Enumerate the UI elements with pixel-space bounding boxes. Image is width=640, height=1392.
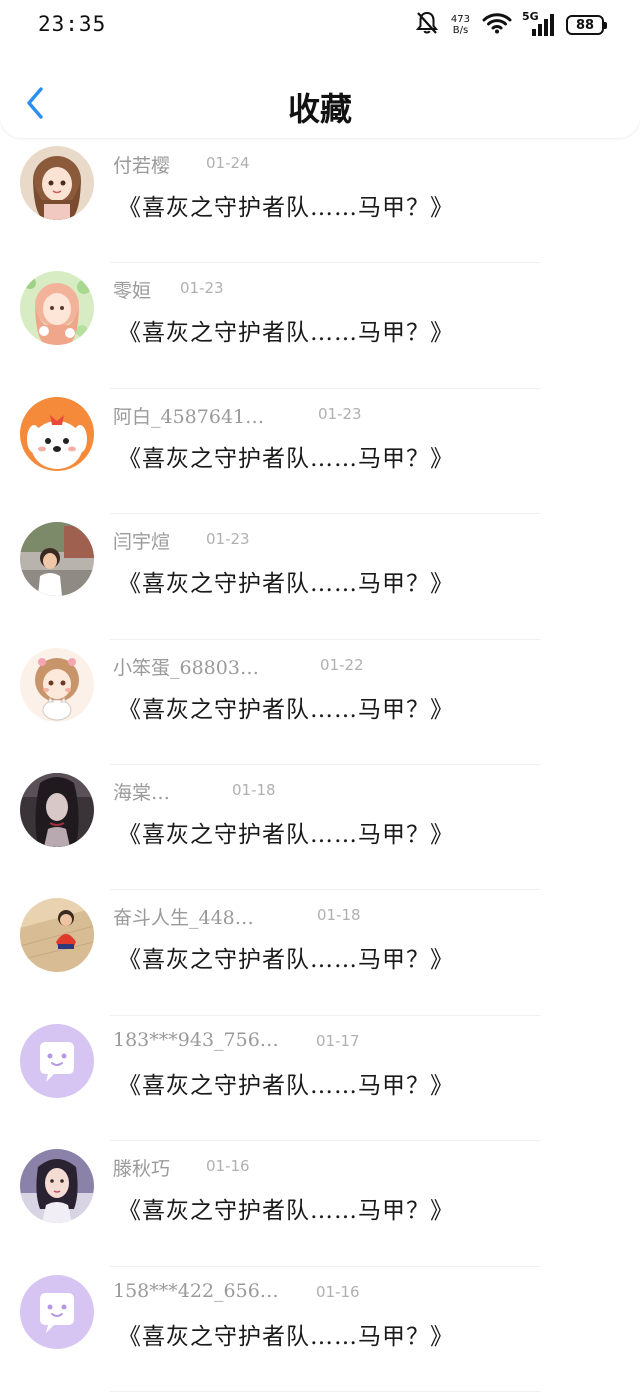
username: 奋斗人生_448…: [113, 907, 254, 930]
item-meta: 阿白_4587641… 01-23: [113, 402, 362, 428]
cellular-signal-icon: 5G: [522, 10, 556, 38]
avatar[interactable]: [20, 271, 94, 346]
list-item[interactable]: 奋斗人生_448… 01-18 《喜灰之守护者队……马甲？》: [0, 890, 640, 1017]
battery-level: 88: [575, 17, 595, 33]
date: 01-18: [232, 780, 276, 799]
date: 01-23: [318, 404, 362, 423]
date: 01-16: [316, 1282, 360, 1301]
content-title: 《喜灰之守护者队……马甲？》: [118, 821, 454, 848]
status-time: 23:35: [38, 12, 107, 36]
username: 滕秋巧: [113, 1158, 171, 1181]
list-item[interactable]: 滕秋巧 01-16 《喜灰之守护者队……马甲？》: [0, 1141, 640, 1267]
content-title: 《喜灰之守护者队……马甲？》: [118, 947, 454, 974]
content-title: 《喜灰之守护者队……马甲？》: [118, 1323, 454, 1350]
date: 01-22: [320, 655, 364, 674]
item-meta: 闫宇煊 01-23: [113, 527, 250, 554]
list-item[interactable]: 183***943_756… 01-17 《喜灰之守护者队……马甲？》: [0, 1016, 640, 1142]
avatar[interactable]: [20, 1023, 94, 1098]
content-title: 《喜灰之守护者队……马甲？》: [118, 571, 454, 598]
item-meta: 小笨蛋_68803… 01-22: [113, 653, 364, 679]
username: 海棠…: [113, 781, 171, 804]
avatar[interactable]: [20, 647, 94, 722]
date: 01-17: [316, 1031, 360, 1050]
item-meta: 付若樱 01-24: [113, 151, 250, 177]
avatar[interactable]: [20, 898, 94, 973]
item-meta: 183***943_756… 01-17: [113, 1028, 360, 1053]
item-meta: 海棠… 01-18: [113, 778, 276, 804]
username: 零姮: [113, 280, 152, 303]
list-item[interactable]: 闫宇煊 01-23 《喜灰之守护者队……马甲？》: [0, 514, 640, 640]
page-title: 收藏: [287, 90, 352, 128]
content-title: 《喜灰之守护者队……马甲？》: [118, 696, 454, 723]
avatar[interactable]: [20, 522, 94, 597]
content-title: 《喜灰之守护者队……马甲？》: [118, 195, 454, 221]
username: 闫宇煊: [113, 531, 171, 554]
wifi-icon: [482, 12, 512, 38]
avatar[interactable]: [20, 772, 94, 847]
item-meta: 零姮 01-23: [113, 276, 224, 303]
battery-indicator: 88: [566, 15, 607, 35]
list-item[interactable]: 158***422_656… 01-16 《喜灰之守护者队……马甲？》: [0, 1267, 640, 1392]
username: 小笨蛋_68803…: [113, 656, 259, 679]
status-icons: 473 B/s 5G 88: [415, 10, 607, 40]
username: 183***943_756…: [113, 1028, 279, 1051]
item-meta: 奋斗人生_448… 01-18: [113, 903, 361, 930]
username: 阿白_4587641…: [113, 405, 265, 428]
date: 01-23: [180, 279, 224, 298]
network-speed-unit: B/s: [452, 25, 469, 36]
item-meta: 158***422_656… 01-16: [113, 1279, 360, 1304]
top-bar: 23:35 473 B/s 5G 88 收藏: [0, 0, 640, 138]
item-meta: 滕秋巧 01-16: [113, 1154, 250, 1181]
content-title: 《喜灰之守护者队……马甲？》: [118, 1072, 454, 1099]
favorites-list: 付若樱 01-24 《喜灰之守护者队……马甲？》 零姮 01-23 《喜灰之守护…: [0, 138, 640, 1392]
avatar[interactable]: [20, 146, 94, 220]
content-title: 《喜灰之守护者队……马甲？》: [118, 320, 454, 347]
avatar[interactable]: [20, 396, 94, 471]
date: 01-24: [206, 154, 250, 172]
username: 付若樱: [113, 155, 171, 177]
list-item[interactable]: 零姮 01-23 《喜灰之守护者队……马甲？》: [0, 263, 640, 390]
date: 01-23: [206, 530, 250, 549]
network-speed-value: 473: [450, 14, 470, 25]
content-title: 《喜灰之守护者队……马甲？》: [118, 1198, 454, 1225]
avatar[interactable]: [20, 1274, 94, 1349]
list-item[interactable]: 付若樱 01-24 《喜灰之守护者队……马甲？》: [0, 138, 640, 264]
status-bar: 23:35 473 B/s 5G 88: [0, 0, 640, 52]
nav-bar: 收藏: [0, 72, 640, 138]
network-speed: 473 B/s: [451, 14, 470, 36]
list-item[interactable]: 小笨蛋_68803… 01-22 《喜灰之守护者队……马甲？》: [0, 640, 640, 766]
content-title: 《喜灰之守护者队……马甲？》: [118, 445, 454, 472]
avatar[interactable]: [20, 1149, 94, 1224]
bell-muted-icon: [415, 10, 439, 40]
list-item[interactable]: 海棠… 01-18 《喜灰之守护者队……马甲？》: [0, 765, 640, 891]
list-item[interactable]: 阿白_4587641… 01-23 《喜灰之守护者队……马甲？》: [0, 389, 640, 515]
date: 01-16: [206, 1157, 250, 1176]
username: 158***422_656…: [113, 1279, 279, 1302]
date: 01-18: [317, 906, 361, 925]
